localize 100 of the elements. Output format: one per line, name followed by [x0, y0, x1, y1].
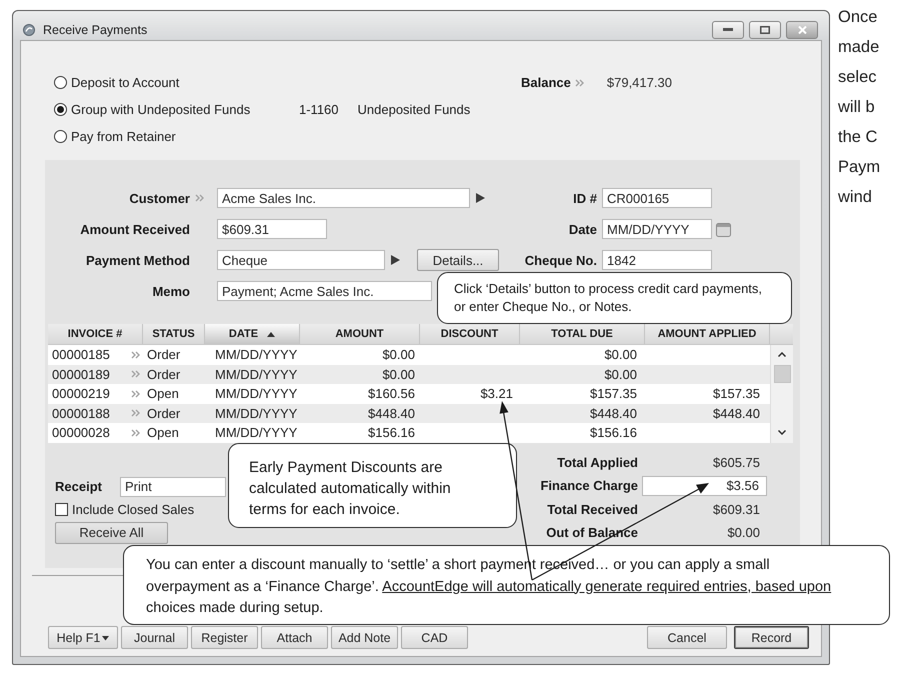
table-cell-text: $156.16: [367, 424, 416, 442]
field-label: Payment Method: [84, 252, 191, 268]
minimize-icon: [723, 28, 733, 31]
table-cell-text: MM/DD/YYYY: [214, 424, 298, 442]
total-label: Total Applied: [557, 454, 638, 470]
sort-arrow-icon: [267, 332, 276, 336]
amount-field[interactable]: $3.56: [642, 476, 767, 496]
app-icon: [23, 24, 35, 36]
receipt-field[interactable]: Print: [120, 476, 226, 496]
field-label: Receipt: [55, 479, 102, 494]
memo-field[interactable]: Payment; Acme Sales Inc.: [217, 281, 432, 301]
table-cell-text: Order: [146, 366, 182, 384]
caret-up-icon[interactable]: [778, 352, 786, 357]
customer-field[interactable]: Acme Sales Inc.: [217, 188, 470, 208]
table-cell-text: $0.00: [381, 366, 416, 384]
toolbar-button[interactable]: Add Note: [331, 626, 398, 649]
calendar-icon[interactable]: [716, 222, 731, 236]
caret-down-icon[interactable]: [778, 430, 786, 434]
table-cell-text: $448.40: [589, 404, 638, 422]
table-cell-text: 00000219: [51, 385, 111, 403]
double-chevron-icon[interactable]: [574, 78, 584, 86]
table-row[interactable]: 00000189 Order MM/DD/YYYY $0.00 $0.00: [48, 364, 770, 384]
table-cell-text: $448.40: [367, 404, 416, 422]
table-cell-text: MM/DD/YYYY: [214, 385, 298, 403]
radio-option[interactable]: Deposit to Account: [54, 75, 180, 90]
table-cell-text: $160.56: [367, 385, 416, 403]
total-value: $0.00: [727, 525, 761, 540]
table-cell-text: MM/DD/YYYY: [214, 346, 298, 364]
table-cell-text: $156.16: [589, 424, 638, 442]
field-label: Customer: [128, 190, 191, 206]
scrollbar-track[interactable]: [770, 345, 793, 442]
table-cell-text: Open: [146, 385, 180, 403]
side-note-text: Once made selec will b the C Paym wind: [838, 7, 880, 208]
help-button[interactable]: Help F1: [48, 626, 118, 649]
double-chevron-icon[interactable]: [131, 370, 140, 378]
table-cell-text: 00000189: [51, 366, 111, 384]
table-cell-text: 00000028: [51, 424, 111, 442]
balance-label: Balance: [521, 75, 571, 90]
receive-all-button[interactable]: Receive All: [55, 522, 168, 544]
checkbox-option[interactable]: Include Closed Sales: [55, 498, 194, 520]
callout: Early Payment Discounts are calculated automatically within terms for each invoice.: [228, 443, 517, 528]
double-chevron-icon[interactable]: [131, 390, 140, 398]
dialog-button[interactable]: Record: [734, 626, 809, 649]
column-header[interactable]: AMOUNT: [300, 324, 420, 344]
id-field[interactable]: CR000165: [602, 188, 712, 208]
cheque-number-field[interactable]: 1842: [602, 250, 712, 270]
account-number: 1-1160: [299, 102, 339, 117]
maximize-icon: [760, 26, 770, 34]
table-cell-text: 00000188: [51, 404, 111, 422]
toolbar-button[interactable]: Journal: [121, 626, 188, 649]
table-cell-text: $0.00: [381, 346, 416, 364]
double-chevron-icon[interactable]: [131, 409, 140, 418]
table-cell-text: 00000185: [51, 346, 111, 364]
table-cell-text: $0.00: [603, 366, 638, 384]
arrow-right-icon[interactable]: [476, 193, 485, 203]
column-header[interactable]: DATE: [205, 324, 300, 344]
field-label: Amount Received: [79, 222, 191, 236]
callout: Click ‘Details’ button to process credit card payments, or enter Cheque No., or Notes.: [437, 272, 792, 324]
table-cell-text: Order: [146, 404, 182, 422]
total-value: $609.31: [713, 502, 761, 517]
double-chevron-icon[interactable]: [194, 194, 204, 202]
double-chevron-icon[interactable]: [131, 350, 140, 359]
double-chevron-icon[interactable]: [131, 428, 140, 437]
details-button[interactable]: Details...: [417, 249, 499, 271]
field-label: ID #: [572, 190, 597, 206]
minimize-button[interactable]: [712, 20, 744, 38]
column-header[interactable]: INVOICE #: [48, 324, 143, 344]
scrollbar-thumb[interactable]: [774, 365, 790, 383]
total-value: $605.75: [713, 454, 761, 470]
toolbar-button[interactable]: CAD: [401, 626, 468, 649]
total-label: Total Received: [547, 502, 638, 517]
table-cell-text: $448.40: [712, 404, 761, 422]
field-label: Cheque No.: [524, 252, 597, 268]
toolbar-button[interactable]: Register: [191, 626, 258, 649]
field-label: Date: [568, 222, 597, 236]
close-button[interactable]: [786, 20, 818, 38]
amount-field[interactable]: $609.31: [217, 219, 327, 239]
toolbar-button[interactable]: Attach: [261, 626, 328, 649]
table-cell-text: $0.00: [603, 346, 638, 364]
dialog-button[interactable]: Cancel: [647, 626, 727, 649]
table-row[interactable]: 00000188 Order MM/DD/YYYY $448.40 $448.40 $448.40: [48, 404, 770, 423]
close-icon: [798, 26, 806, 34]
arrow-right-icon[interactable]: [391, 255, 400, 265]
table-cell-text: $157.35: [712, 385, 761, 403]
maximize-button[interactable]: [749, 20, 781, 38]
table-cell-text: MM/DD/YYYY: [214, 404, 298, 422]
table-cell-text: Order: [146, 346, 182, 364]
table-cell-text: $3.21: [479, 385, 514, 403]
table-cell-text: Open: [146, 424, 180, 442]
radio-option[interactable]: Group with Undeposited Funds: [54, 102, 250, 117]
balance-value: $79,417.30: [606, 75, 672, 90]
table-cell-text: $157.35: [589, 385, 638, 403]
payment-method-field[interactable]: Cheque: [217, 250, 385, 270]
radio-option[interactable]: Pay from Retainer: [54, 129, 176, 144]
field-label: Memo: [151, 284, 191, 298]
caret-down-icon: [102, 634, 110, 640]
total-label: Finance Charge: [540, 478, 638, 494]
window-title: Receive Payments: [43, 22, 148, 36]
date-field[interactable]: MM/DD/YYYY: [602, 219, 712, 239]
table-cell-text: MM/DD/YYYY: [214, 366, 298, 384]
